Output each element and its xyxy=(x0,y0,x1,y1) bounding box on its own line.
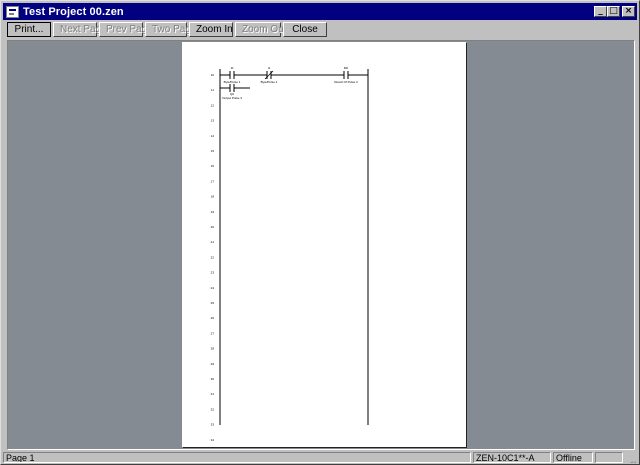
rung-number: 25 xyxy=(211,301,215,305)
contact-i1-comment: Byte/Pulse 1 xyxy=(261,80,278,84)
ladder-diagram: I0 Byte/Pulse 1 I1 Byte/Pulse 1 M0 Resul… xyxy=(211,66,369,442)
close-preview-button[interactable]: Close xyxy=(283,22,327,37)
rung-number: 14 xyxy=(211,134,215,138)
print-preview-window: Test Project 00.zen _ □ × Print... Next … xyxy=(0,0,640,465)
contact-i1-address: I1 xyxy=(268,66,271,70)
rung-number: 34 xyxy=(211,438,215,442)
rung-number: 27 xyxy=(211,331,215,335)
rung-number: 28 xyxy=(211,347,215,351)
rung-number: 23 xyxy=(211,271,215,275)
preview-page[interactable]: I0 Byte/Pulse 1 I1 Byte/Pulse 1 M0 Resul… xyxy=(182,42,466,447)
next-page-button[interactable]: Next Page xyxy=(53,22,107,37)
coil-m0-address: M0 xyxy=(344,66,348,70)
contact-q0-comment: Output Pulse 3 xyxy=(222,96,242,100)
rung-number: 10 xyxy=(211,73,215,77)
rung-number: 16 xyxy=(211,164,215,168)
rung-number: 24 xyxy=(211,286,215,290)
rung-number: 21 xyxy=(211,240,215,244)
rung-number: 12 xyxy=(211,103,215,107)
rung-number: 26 xyxy=(211,316,215,320)
zoom-in-button[interactable]: Zoom In xyxy=(189,22,233,37)
status-page: Page 1 xyxy=(3,452,471,463)
rung-number: 33 xyxy=(211,423,215,427)
status-extra xyxy=(595,452,623,463)
contact-i0-address: I0 xyxy=(231,66,234,70)
status-model: ZEN-10C1**-A xyxy=(473,452,551,463)
window-title: Test Project 00.zen xyxy=(23,5,124,18)
maximize-button[interactable]: □ xyxy=(607,6,620,17)
two-page-button[interactable]: Two Page xyxy=(145,22,196,37)
close-window-button[interactable]: × xyxy=(622,6,635,17)
rung-number: 30 xyxy=(211,377,215,381)
rung-number: 13 xyxy=(211,119,215,123)
rung-number: 31 xyxy=(211,392,215,396)
status-mode: Offline xyxy=(553,452,593,463)
coil-m0-comment: Result Of Pulse 3 xyxy=(334,80,358,84)
rung-numbers: 10 11 12 13 14 15 16 17 18 19 20 21 22 23 24 25 26 27 28 29… xyxy=(211,73,215,442)
preview-toolbar: Print... Next Page Prev Page Two Page Zo… xyxy=(7,22,327,37)
title-bar[interactable]: Test Project 00.zen _ □ × xyxy=(3,3,637,20)
zoom-out-button[interactable]: Zoom Out xyxy=(235,22,286,37)
rung-number: 15 xyxy=(211,149,215,153)
rung-number: 19 xyxy=(211,210,215,214)
status-bar: Page 1 ZEN-10C1**-A Offline xyxy=(3,452,637,463)
rung-number: 32 xyxy=(211,407,215,411)
prev-page-button[interactable]: Prev Page xyxy=(99,22,153,37)
rung-number: 22 xyxy=(211,255,215,259)
print-button[interactable]: Print... xyxy=(7,22,51,37)
minimize-button[interactable]: _ xyxy=(594,6,607,17)
rung-number: 11 xyxy=(211,88,214,92)
app-icon[interactable] xyxy=(6,5,19,18)
rung-number: 20 xyxy=(211,225,215,229)
rung-number: 18 xyxy=(211,195,215,199)
resize-grip[interactable] xyxy=(625,452,637,463)
title-buttons: _ □ × xyxy=(594,6,635,17)
contact-i0-comment: Byte/Pulse 1 xyxy=(224,80,241,84)
rung-number: 29 xyxy=(211,362,215,366)
rung-number: 17 xyxy=(211,179,215,183)
preview-area[interactable]: I0 Byte/Pulse 1 I1 Byte/Pulse 1 M0 Resul… xyxy=(7,40,635,450)
